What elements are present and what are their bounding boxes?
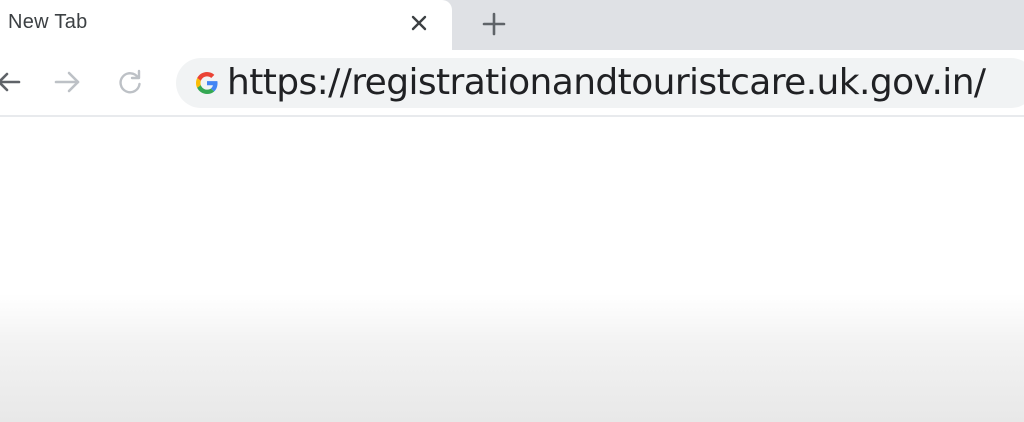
reload-icon[interactable] — [114, 66, 146, 98]
url-text[interactable]: https://registrationandtouristcare.uk.go… — [227, 63, 986, 103]
address-bar[interactable]: https://registrationandtouristcare.uk.go… — [176, 58, 1024, 108]
arrow-left-icon[interactable] — [0, 66, 24, 98]
plus-icon[interactable] — [476, 6, 512, 42]
browser-window: New Tab https://registrationandtouristca… — [0, 0, 1024, 422]
google-g-icon — [196, 72, 218, 94]
tab-new-tab[interactable]: New Tab — [0, 0, 452, 50]
page-content — [0, 117, 1024, 422]
tab-strip: New Tab — [0, 0, 1024, 50]
toolbar: https://registrationandtouristcare.uk.go… — [0, 50, 1024, 114]
tab-title: New Tab — [8, 11, 88, 33]
arrow-right-icon[interactable] — [51, 66, 83, 98]
close-icon[interactable] — [404, 8, 434, 38]
